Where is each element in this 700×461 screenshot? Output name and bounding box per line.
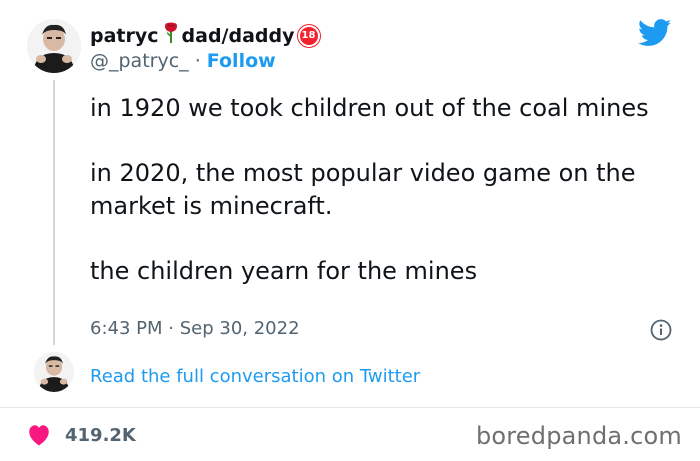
- author-handle[interactable]: @_patryc_: [90, 50, 189, 72]
- author-name-part1[interactable]: patryc: [90, 25, 159, 47]
- author-name[interactable]: patryc dad/daddy 18: [90, 22, 320, 49]
- eighteen-badge-icon: 18: [297, 24, 320, 47]
- tweet-text: in 1920 we took children out of the coal…: [90, 92, 680, 320]
- tweet-paragraph: in 2020, the most popular video game on …: [90, 159, 636, 220]
- follow-button[interactable]: Follow: [207, 50, 276, 72]
- tweet-paragraph: in 1920 we took children out of the coal…: [90, 94, 649, 122]
- handle-row: @_patryc_ · Follow: [90, 50, 276, 72]
- divider: [0, 407, 700, 408]
- watermark: boredpanda.com: [475, 422, 682, 450]
- thread-line: [53, 80, 55, 345]
- heart-icon[interactable]: [27, 424, 51, 446]
- like-button[interactable]: 419.2K: [27, 424, 136, 446]
- avatar-small[interactable]: [34, 352, 74, 392]
- rose-icon: [164, 22, 178, 49]
- handle-separator: ·: [194, 50, 201, 72]
- like-count: 419.2K: [65, 424, 136, 446]
- tweet-timestamp[interactable]: 6:43 PM · Sep 30, 2022: [90, 318, 300, 339]
- tweet-time[interactable]: 6:43 PM: [90, 318, 163, 339]
- info-icon[interactable]: [650, 319, 672, 341]
- author-name-part2[interactable]: dad/daddy: [182, 25, 295, 47]
- avatar[interactable]: [27, 19, 81, 73]
- tweet-date[interactable]: Sep 30, 2022: [180, 318, 300, 339]
- read-conversation-link[interactable]: Read the full conversation on Twitter: [90, 366, 420, 387]
- tweet-paragraph: the children yearn for the mines: [90, 257, 478, 285]
- meta-separator: ·: [168, 318, 174, 339]
- twitter-bird-icon[interactable]: [637, 19, 672, 47]
